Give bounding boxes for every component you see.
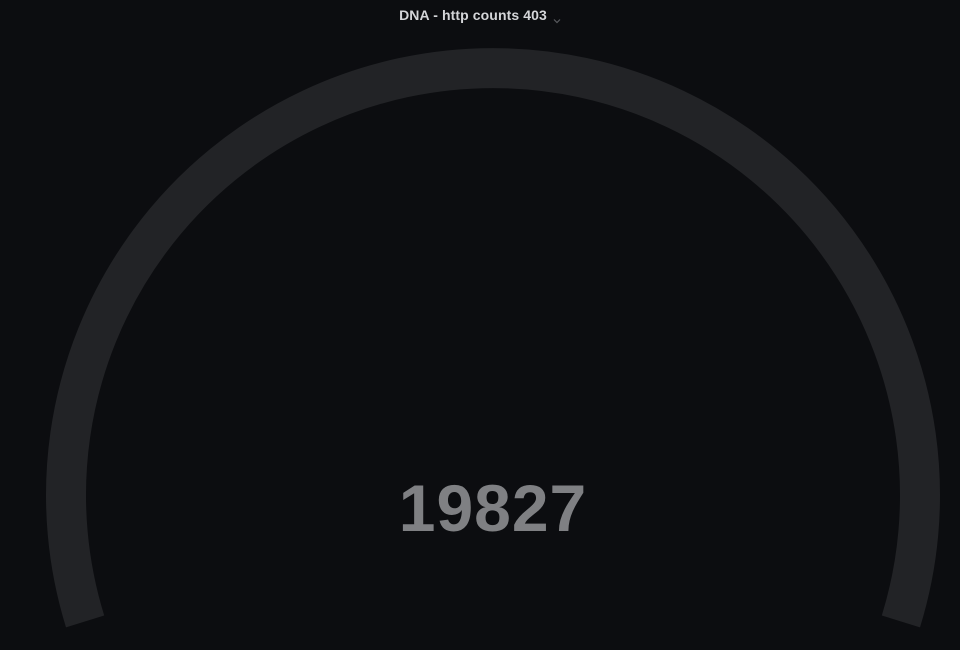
gauge-value: 19827 xyxy=(398,471,588,545)
gauge-chart xyxy=(46,48,940,628)
gauge-panel: DNA - http counts 403 19827 xyxy=(0,0,960,650)
